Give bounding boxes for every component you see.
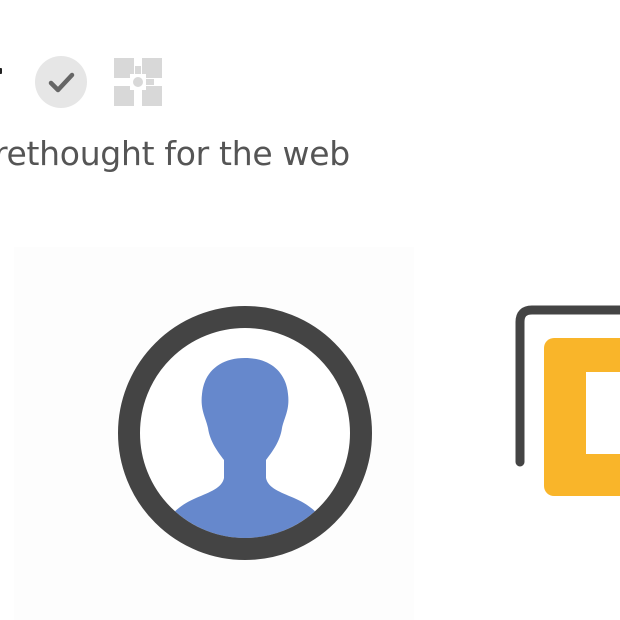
- tagline: rethought for the web: [0, 134, 350, 173]
- puzzle-icon: [114, 58, 162, 106]
- title-fragment: [0, 54, 2, 80]
- extension-button[interactable]: [112, 56, 164, 108]
- checkmark-icon: [48, 72, 75, 93]
- gallery-stack-icon: [512, 304, 620, 504]
- user-avatar-icon: [114, 302, 376, 564]
- page: rethought for the web: [0, 0, 620, 620]
- verified-badge[interactable]: [35, 56, 87, 108]
